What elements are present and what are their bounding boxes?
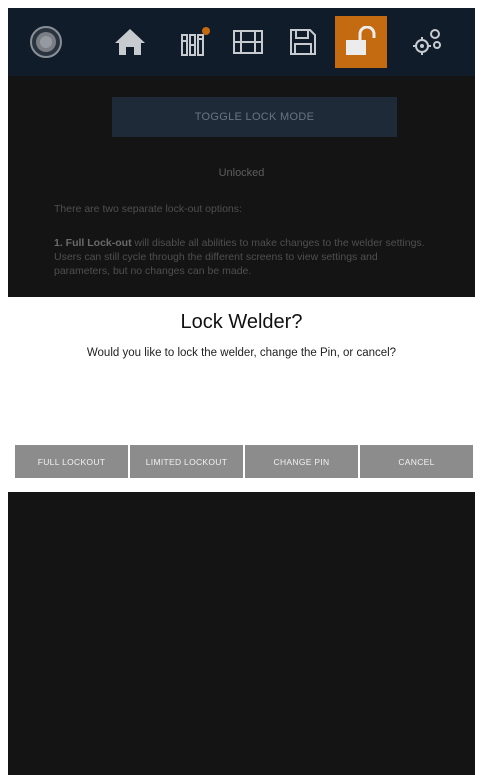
limited-lockout-button[interactable]: LIMITED LOCKOUT — [130, 445, 243, 478]
power-icon — [30, 26, 62, 58]
top-nav-bar — [8, 8, 475, 76]
lock-icon — [346, 26, 376, 55]
power-button[interactable] — [20, 16, 72, 68]
home-button[interactable] — [104, 16, 156, 68]
parameters-button[interactable] — [169, 16, 221, 68]
settings-button[interactable] — [401, 16, 453, 68]
lock-welder-dialog: Lock Welder? Would you like to lock the … — [8, 297, 475, 492]
full-lockout-title: 1. Full Lock-out — [54, 237, 132, 249]
change-pin-button[interactable]: CHANGE PIN — [245, 445, 358, 478]
lock-button[interactable] — [335, 16, 387, 68]
memory-icon — [233, 30, 263, 54]
settings-icon — [413, 29, 441, 55]
memory-button[interactable] — [222, 16, 274, 68]
lock-status: Unlocked — [218, 167, 265, 179]
save-icon — [290, 29, 316, 55]
cancel-button[interactable]: CANCEL — [360, 445, 473, 478]
lockout-intro-text: There are two separate lock-out options: — [54, 203, 242, 215]
full-lockout-description: 1. Full Lock-out will disable all abilit… — [54, 236, 434, 278]
full-lockout-button[interactable]: FULL LOCKOUT — [15, 445, 128, 478]
home-icon — [115, 29, 145, 55]
dialog-button-row: FULL LOCKOUT LIMITED LOCKOUT CHANGE PIN … — [15, 445, 473, 478]
dialog-title: Lock Welder? — [180, 311, 303, 333]
parameters-icon — [181, 27, 210, 56]
toggle-lock-mode-button[interactable]: TOGGLE LOCK MODE — [112, 97, 397, 137]
dialog-message: Would you like to lock the welder, chang… — [86, 347, 397, 359]
save-button[interactable] — [277, 16, 329, 68]
